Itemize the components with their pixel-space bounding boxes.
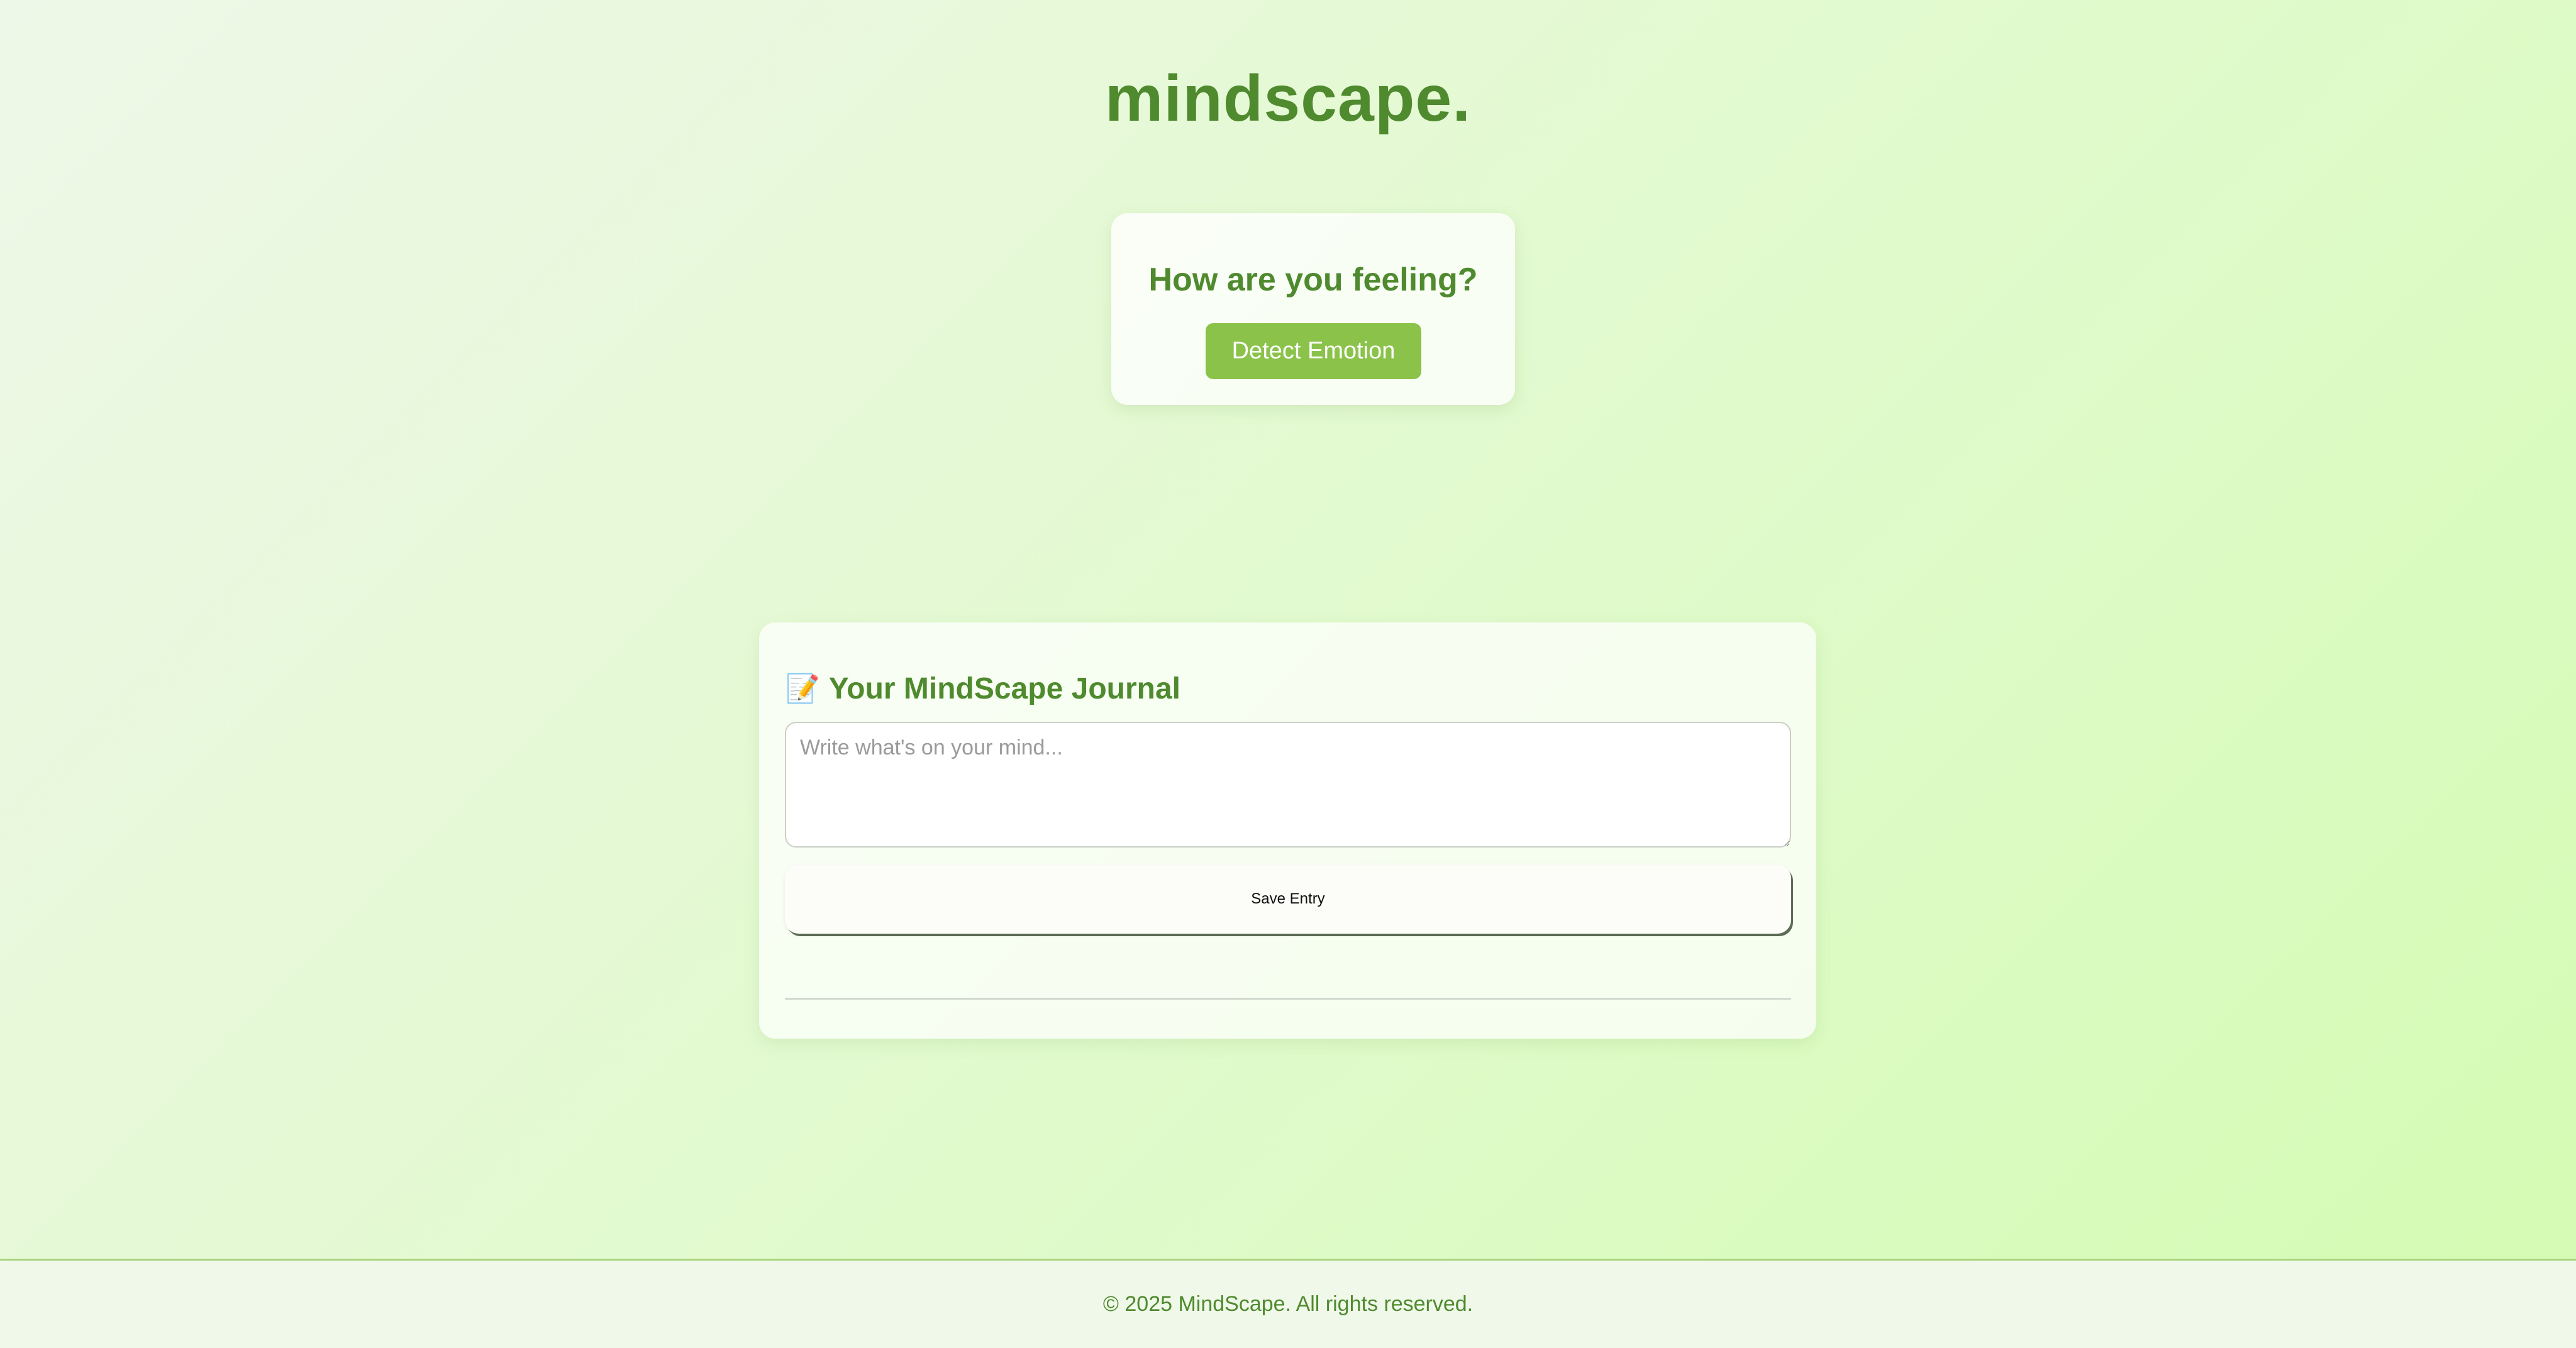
journal-heading: Your MindScape Journal: [828, 672, 1180, 705]
detect-emotion-button[interactable]: Detect Emotion: [1206, 323, 1421, 379]
footer: © 2025 MindScape. All rights reserved.: [0, 1259, 2576, 1348]
footer-copyright: © 2025 MindScape. All rights reserved.: [1102, 1292, 1474, 1316]
memo-icon: 📝: [786, 673, 820, 704]
journal-entry-input[interactable]: [785, 722, 1791, 848]
journal-title: 📝 Your MindScape Journal: [786, 671, 1180, 706]
emotion-card: How are you feeling? Detect Emotion: [1111, 213, 1515, 405]
journal-card: 📝 Your MindScape Journal Save Entry: [759, 622, 1816, 1039]
emotion-heading: How are you feeling?: [1148, 262, 1478, 298]
brand-logo: mindscape.: [1104, 62, 1472, 135]
save-entry-button[interactable]: Save Entry: [785, 865, 1791, 934]
entries-divider: [785, 998, 1791, 1000]
